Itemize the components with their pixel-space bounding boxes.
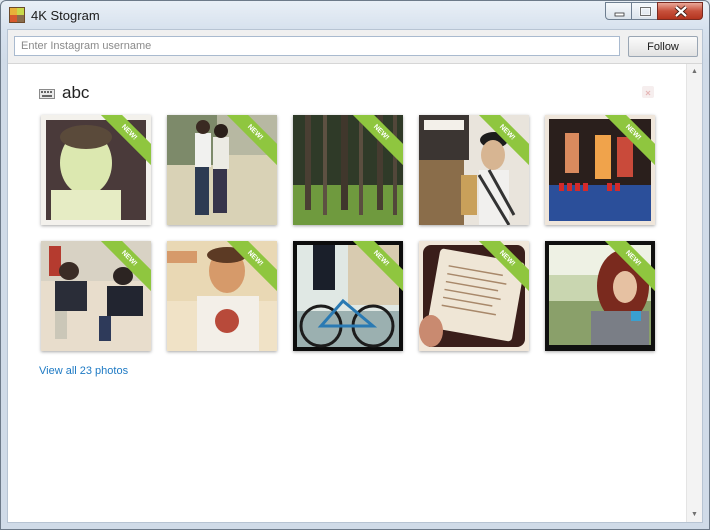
photo-couple-walking[interactable]: NEW! xyxy=(167,115,277,225)
close-button[interactable] xyxy=(657,2,703,20)
app-icon xyxy=(9,7,25,23)
minimize-button[interactable] xyxy=(605,2,632,20)
search-input[interactable] xyxy=(14,36,620,56)
feed-panel: abc NEW! NEW! NEW! NEW! NEW! NEW! NEW! N… xyxy=(8,64,686,522)
title-bar[interactable]: 4K Stogram xyxy=(1,1,709,29)
view-all-photos-link[interactable]: View all 23 photos xyxy=(39,365,128,377)
scroll-up-arrow-icon[interactable]: ▲ xyxy=(687,64,702,79)
photo-bicycle[interactable]: NEW! xyxy=(293,241,403,351)
photo-book-pages[interactable]: NEW! xyxy=(419,241,529,351)
photo-two-boys-sitting[interactable]: NEW! xyxy=(41,241,151,351)
vertical-scrollbar[interactable]: ▲ ▼ xyxy=(686,64,702,522)
keyboard-icon xyxy=(39,89,55,99)
close-icon xyxy=(674,5,688,18)
maximize-button[interactable] xyxy=(631,2,658,20)
photo-girl-field[interactable]: NEW! xyxy=(545,241,655,351)
account-name: abc xyxy=(62,83,90,102)
photo-boy-cap-shop[interactable]: NEW! xyxy=(419,115,529,225)
toolbar: Follow xyxy=(8,30,702,64)
app-window: 4K Stogram Follow xyxy=(0,0,710,530)
photo-boy-shirt[interactable]: NEW! xyxy=(167,241,277,351)
window-title: 4K Stogram xyxy=(31,8,100,23)
photo-portrait-boy[interactable]: NEW! xyxy=(41,115,151,225)
follow-button[interactable]: Follow xyxy=(628,36,698,57)
photo-party-cups[interactable]: NEW! xyxy=(545,115,655,225)
scroll-down-arrow-icon[interactable]: ▼ xyxy=(687,507,702,522)
photo-forest[interactable]: NEW! xyxy=(293,115,403,225)
maximize-icon xyxy=(639,6,652,17)
client-area: Follow abc xyxy=(7,29,703,523)
remove-icon[interactable] xyxy=(642,86,654,98)
minimize-icon xyxy=(614,12,625,17)
